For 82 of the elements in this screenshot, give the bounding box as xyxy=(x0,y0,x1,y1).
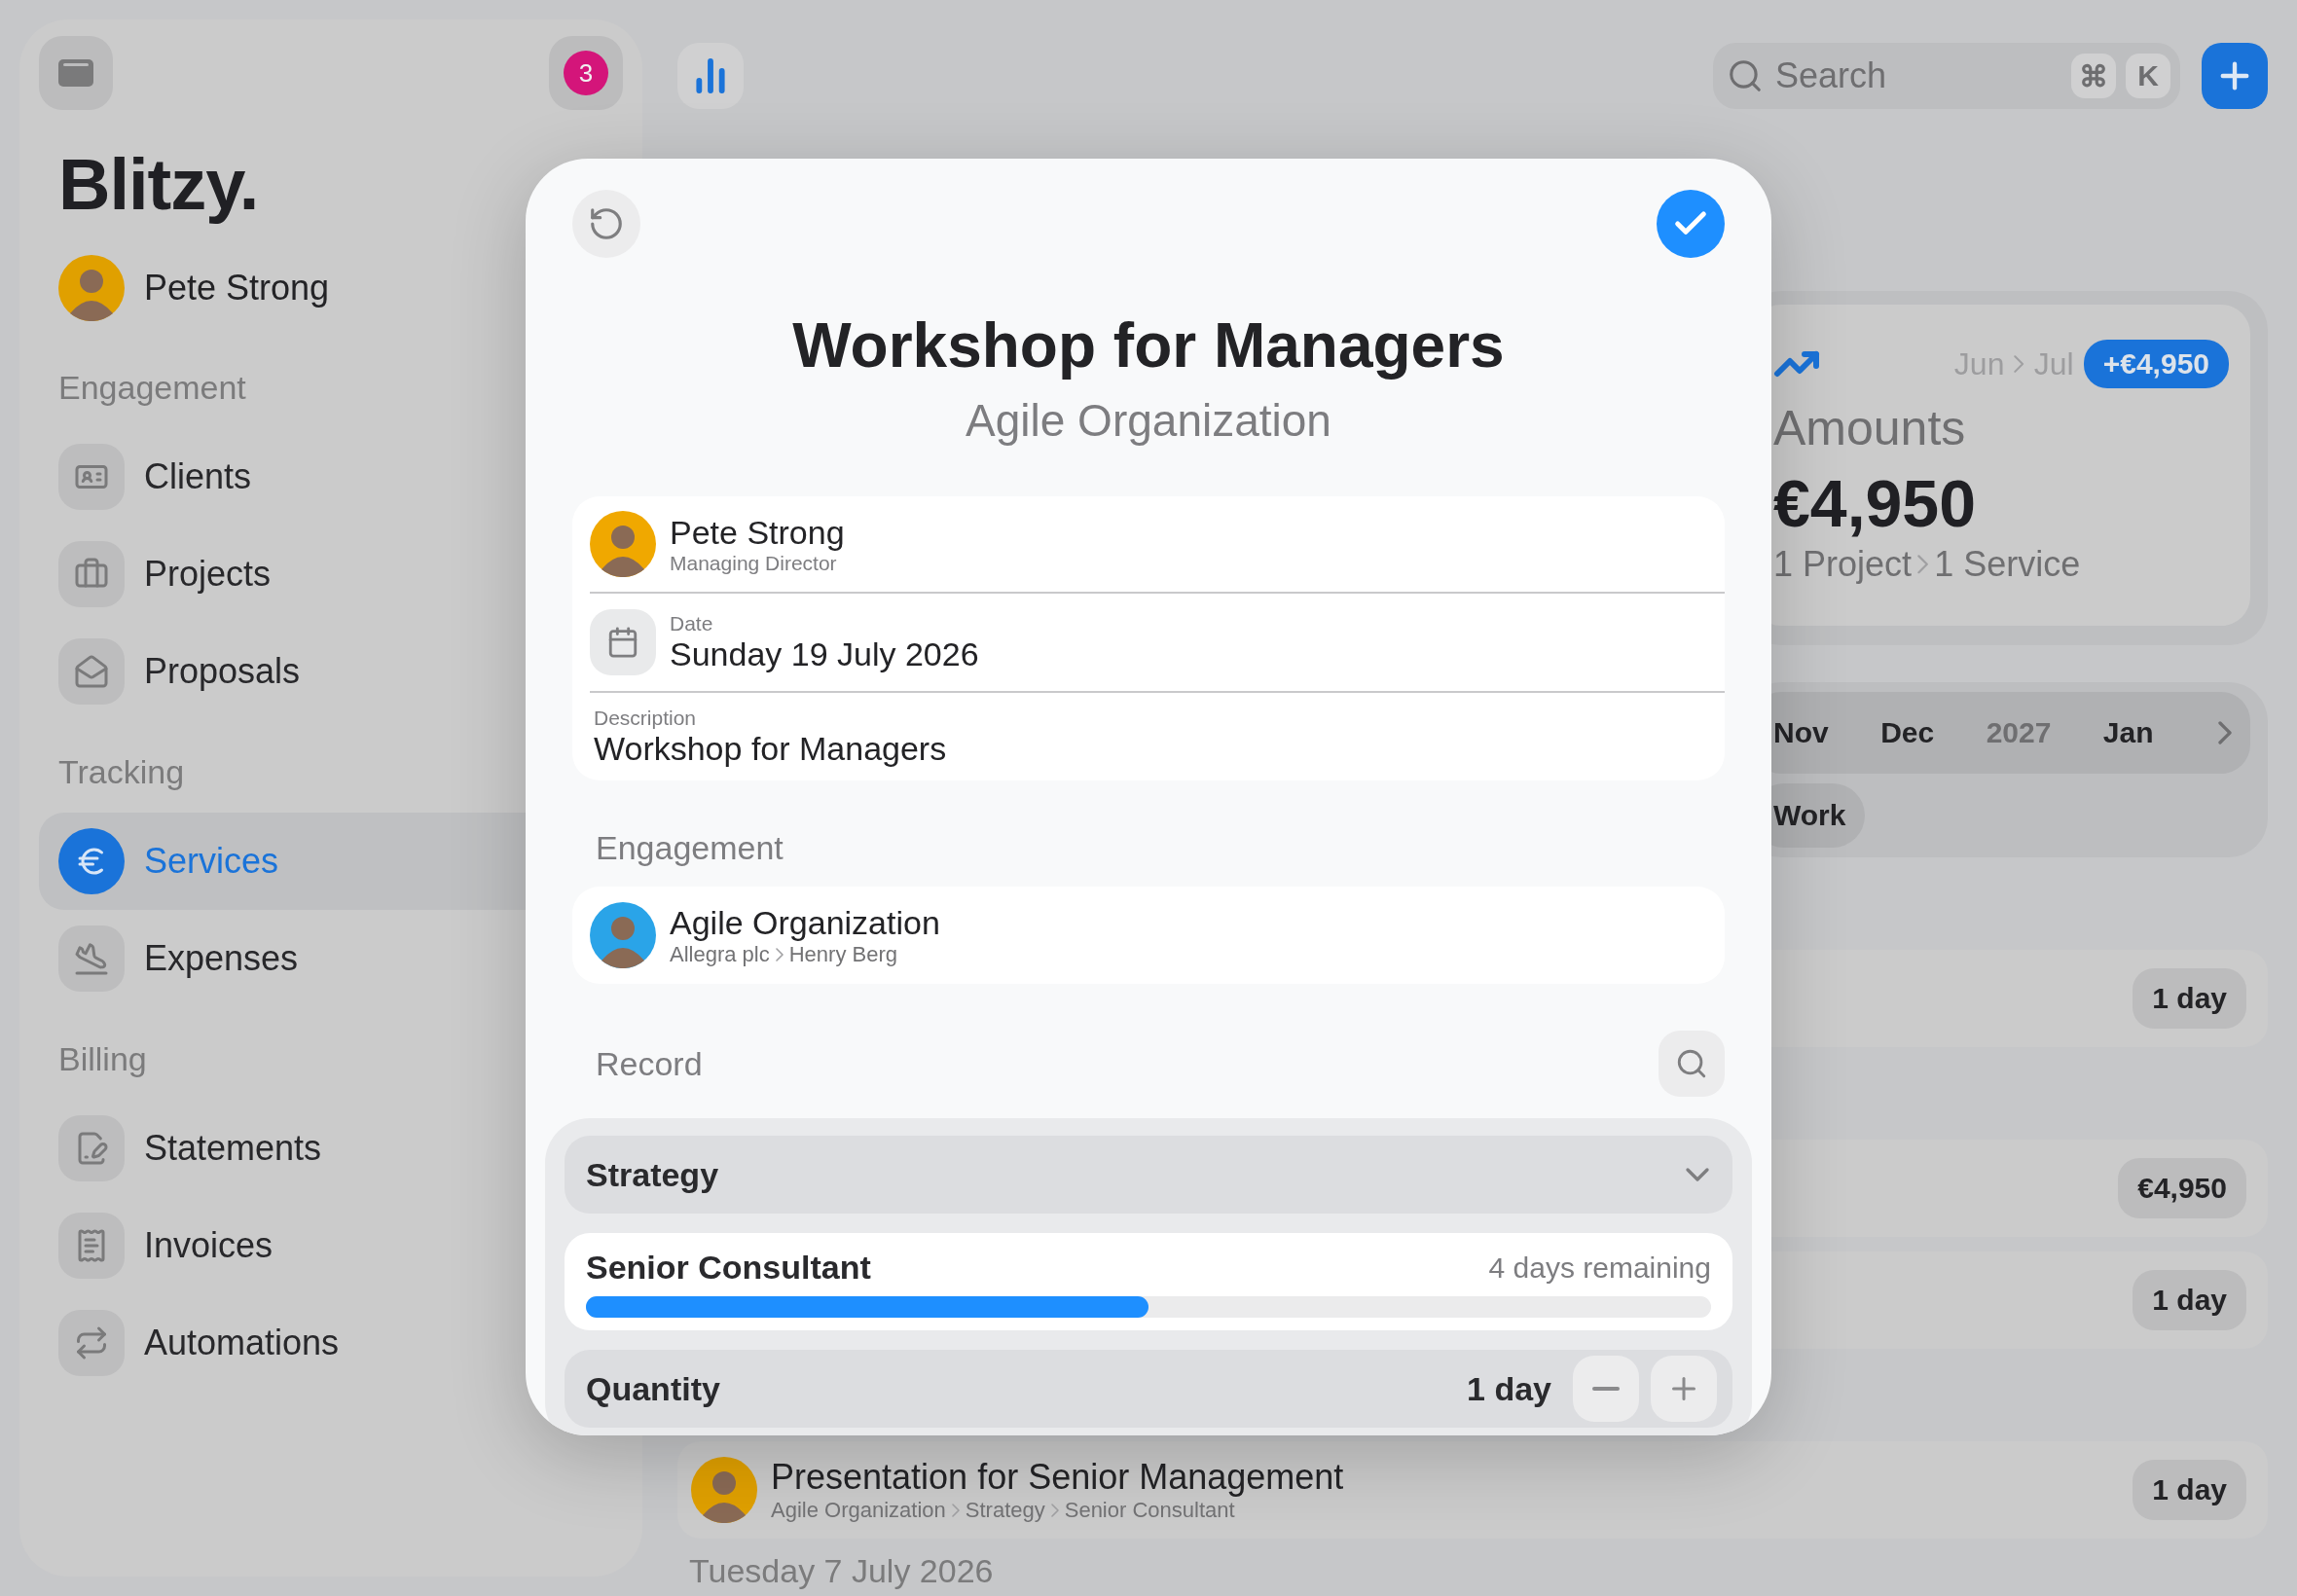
search-button[interactable] xyxy=(1659,1031,1725,1097)
avatar xyxy=(590,511,656,577)
item-label: Services xyxy=(144,841,279,882)
decrease-button[interactable] xyxy=(1573,1356,1639,1422)
search-icon xyxy=(1675,1047,1708,1080)
chevron-icon xyxy=(1917,555,1929,574)
avatar xyxy=(691,1457,757,1523)
quantity-badge: 1 day xyxy=(2133,1270,2246,1330)
description-field[interactable]: Description Workshop for Managers xyxy=(590,706,947,768)
chevron-icon xyxy=(951,1504,960,1517)
total-amount: €4,950 xyxy=(1773,465,1977,542)
item-label: Invoices xyxy=(144,1225,273,1266)
engagement-name: Agile Organization xyxy=(670,903,940,942)
month-tab[interactable]: Jan xyxy=(2102,716,2154,749)
notification-badge: 3 xyxy=(564,51,608,95)
project-count: 1 Project xyxy=(1773,544,1913,585)
section-heading: Record xyxy=(596,1044,703,1083)
chart-button[interactable] xyxy=(677,43,744,109)
avatar xyxy=(590,902,656,968)
shortcut-key: ⌘ xyxy=(2071,54,2116,98)
search-input[interactable]: Search xyxy=(1773,54,2061,97)
list-row[interactable]: Presentation for Senior Management Agile Organization Strategy Senior Consultant 1 day xyxy=(677,1441,2268,1539)
item-label: Clients xyxy=(144,456,252,497)
document-pen-icon xyxy=(58,1115,125,1181)
avatar xyxy=(58,255,125,321)
path-item: Senior Consultant xyxy=(1064,1498,1235,1523)
receipt-icon xyxy=(58,1213,125,1279)
row-title: Presentation for Senior Management xyxy=(771,1457,1344,1498)
user-name: Pete Strong xyxy=(144,268,330,308)
search-icon xyxy=(1727,57,1764,94)
quantity-badge: 1 day xyxy=(2133,1460,2246,1520)
add-button[interactable] xyxy=(2202,43,2268,109)
service-count: 1 Service xyxy=(1934,544,2081,585)
item-label: Expenses xyxy=(144,938,299,979)
path-item: Allegra plc xyxy=(670,941,770,967)
undo-icon xyxy=(588,205,625,242)
repeat-icon xyxy=(58,1310,125,1376)
quantity-value: 1 day xyxy=(1467,1369,1551,1408)
dialog-subtitle: Agile Organization xyxy=(965,394,1332,448)
card-title: Amounts xyxy=(1773,400,1967,456)
path-item: Henry Berg xyxy=(788,941,897,967)
section-title: Tracking xyxy=(58,752,186,791)
briefcase-icon xyxy=(58,541,125,607)
shortcut-key: K xyxy=(2126,54,2170,98)
plane-icon xyxy=(58,925,125,992)
item-label: Automations xyxy=(144,1323,340,1363)
quantity-badge: 1 day xyxy=(2133,968,2246,1029)
person-name: Pete Strong xyxy=(670,513,845,552)
role-name: Senior Consultant xyxy=(586,1249,871,1287)
window-button[interactable] xyxy=(39,36,113,110)
category-dropdown[interactable]: Strategy xyxy=(565,1136,1732,1214)
window-icon xyxy=(58,59,93,87)
calendar-icon xyxy=(590,609,656,675)
path-item: Strategy xyxy=(965,1498,1045,1523)
item-label: Proposals xyxy=(144,651,301,692)
id-card-icon xyxy=(58,444,125,510)
change-badge: +€4,950 xyxy=(2083,340,2229,388)
person-role: Managing Director xyxy=(670,551,838,575)
sidebar-item[interactable]: Projects xyxy=(39,526,623,623)
notifications-button[interactable]: 3 xyxy=(549,36,623,110)
path-item: Agile Organization xyxy=(771,1498,946,1523)
quantity-label: Quantity xyxy=(586,1369,721,1408)
year-label: 2027 xyxy=(1986,716,2052,749)
sidebar-item[interactable]: Clients xyxy=(39,428,623,526)
logo: Blitzy. xyxy=(58,146,260,224)
date-heading: Tuesday 7 July 2026 xyxy=(689,1552,995,1590)
engagement-card[interactable]: Agile Organization Allegra plc Henry Berg xyxy=(572,887,1725,984)
chevron-icon xyxy=(775,947,784,961)
envelope-icon xyxy=(58,638,125,705)
date-field[interactable]: Date Sunday 19 July 2026 xyxy=(670,611,979,673)
section-title: Engagement xyxy=(58,368,247,407)
item-label: Projects xyxy=(144,554,272,595)
item-label: Statements xyxy=(144,1128,322,1169)
chevron-icon xyxy=(2014,354,2024,374)
increase-button[interactable] xyxy=(1651,1356,1717,1422)
dialog-title: Workshop for Managers xyxy=(791,309,1506,382)
remaining-text: 4 days remaining xyxy=(1488,1251,1711,1285)
minus-icon xyxy=(1592,1387,1620,1391)
quantity-badge: €4,950 xyxy=(2118,1158,2246,1218)
month-tab[interactable]: Dec xyxy=(1880,716,1935,749)
month-tab[interactable]: Nov xyxy=(1773,716,1829,749)
chevron-icon xyxy=(1050,1504,1059,1517)
